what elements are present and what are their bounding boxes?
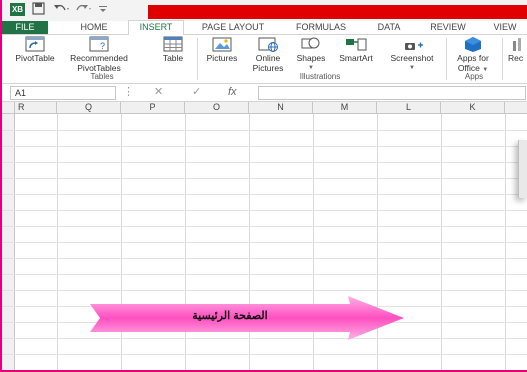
recommended-charts-label: Rec	[508, 53, 524, 63]
online-pictures-button[interactable]: Online Pictures	[246, 36, 290, 73]
shapes-icon	[301, 37, 320, 49]
screenshot-label: Screenshot	[390, 53, 434, 63]
row-gridline	[2, 290, 527, 291]
row-gridline	[2, 210, 527, 211]
formula-input[interactable]	[258, 86, 526, 100]
recommended-charts-button[interactable]: Rec	[508, 36, 527, 63]
shapes-button[interactable]: Shapes ▼	[290, 36, 332, 73]
tab-view[interactable]: VIEW	[488, 21, 522, 34]
name-box[interactable]: A1	[10, 86, 116, 100]
excel-app-icon: XB	[10, 3, 25, 16]
row-gridline	[2, 178, 527, 179]
side-popup-panel	[518, 140, 527, 198]
smartart-label: SmartArt	[339, 53, 373, 63]
apps-group-label: Apps	[464, 72, 484, 81]
pivottable-icon	[25, 36, 45, 52]
group-separator	[197, 38, 198, 80]
undo-icon[interactable]	[52, 2, 70, 19]
tab-review[interactable]: REVIEW	[424, 21, 472, 34]
save-icon[interactable]	[32, 2, 45, 19]
row-gridline	[2, 274, 527, 275]
table-button[interactable]: Table	[158, 36, 188, 63]
redo-icon[interactable]	[74, 2, 92, 19]
insert-function-icon[interactable]: fx	[228, 86, 237, 99]
row-gridline	[2, 226, 527, 227]
group-separator	[502, 38, 503, 80]
table-label: Table	[162, 53, 184, 63]
tab-page-layout[interactable]: PAGE LAYOUT	[195, 21, 271, 34]
column-header-l[interactable]: L	[377, 102, 441, 114]
column-header-r[interactable]: R	[15, 102, 57, 114]
smartart-icon	[346, 38, 367, 51]
row-gridline	[2, 146, 527, 147]
formula-bar: A1 ⋮ ✕ ✓ fx	[2, 84, 527, 102]
cancel-icon[interactable]: ✕	[154, 86, 163, 99]
pivottable-button[interactable]: PivotTable	[6, 36, 64, 63]
column-header-partial[interactable]	[505, 102, 527, 114]
callout-label: الصفحة الرئيسية	[192, 310, 268, 322]
row-gridline	[2, 354, 527, 355]
row-gridline	[2, 162, 527, 163]
row-gridline	[2, 130, 527, 131]
tab-insert[interactable]: INSERT	[128, 20, 184, 36]
red-banner	[148, 5, 527, 19]
online-pictures-icon	[258, 37, 278, 52]
apps-label-1: Apps for	[457, 53, 489, 63]
smartart-button[interactable]: SmartArt	[332, 36, 380, 63]
screenshot-dropdown-icon: ▼	[409, 65, 415, 71]
tables-group-label: Tables	[90, 72, 114, 81]
pictures-button[interactable]: Pictures	[200, 36, 244, 63]
row-gridline	[2, 258, 527, 259]
pivottable-label: PivotTable	[15, 53, 55, 63]
title-bar: XB	[2, 0, 527, 21]
tab-file[interactable]: FILE	[2, 21, 48, 34]
ribbon-insert: PivotTable ? Recommended PivotTables Tab…	[2, 35, 527, 84]
column-header-n[interactable]: N	[249, 102, 313, 114]
column-header-m[interactable]: M	[313, 102, 377, 114]
column-header-q[interactable]: Q	[57, 102, 121, 114]
illustrations-group-label: Illustrations	[299, 72, 341, 81]
tab-formulas[interactable]: FORMULAS	[289, 21, 353, 34]
screenshot-button[interactable]: Screenshot ▼	[382, 36, 442, 73]
shapes-label: Shapes	[296, 53, 326, 63]
row-gridline	[2, 242, 527, 243]
select-all-corner[interactable]	[2, 102, 15, 114]
column-header-o[interactable]: O	[185, 102, 249, 114]
tab-data[interactable]: DATA	[372, 21, 406, 34]
recommended-label-1: Recommended	[70, 53, 128, 63]
apps-for-office-icon	[465, 37, 481, 52]
recommended-pivottables-icon: ?	[89, 36, 109, 52]
enter-icon[interactable]: ✓	[192, 86, 201, 99]
column-header-k[interactable]: K	[441, 102, 505, 114]
pictures-icon	[212, 37, 232, 52]
row-gridline	[2, 194, 527, 195]
online-label-1: Online	[255, 53, 281, 63]
table-icon	[163, 36, 183, 52]
customize-qat-icon[interactable]	[98, 2, 108, 19]
ribbon-tabs: FILE HOME INSERT PAGE LAYOUT FORMULAS DA…	[2, 20, 527, 36]
svg-text:?: ?	[100, 41, 105, 51]
pictures-label: Pictures	[206, 53, 238, 63]
screenshot-icon	[405, 42, 423, 50]
group-separator	[446, 38, 447, 80]
column-header-p[interactable]: P	[121, 102, 185, 114]
apps-for-office-button[interactable]: Apps for Office ▼	[449, 36, 497, 75]
more-options-icon[interactable]: ⋮	[123, 86, 134, 99]
recommended-charts-icon	[513, 38, 521, 51]
recommended-pivottables-button[interactable]: ? Recommended PivotTables	[68, 36, 130, 73]
tab-home[interactable]: HOME	[74, 21, 114, 34]
